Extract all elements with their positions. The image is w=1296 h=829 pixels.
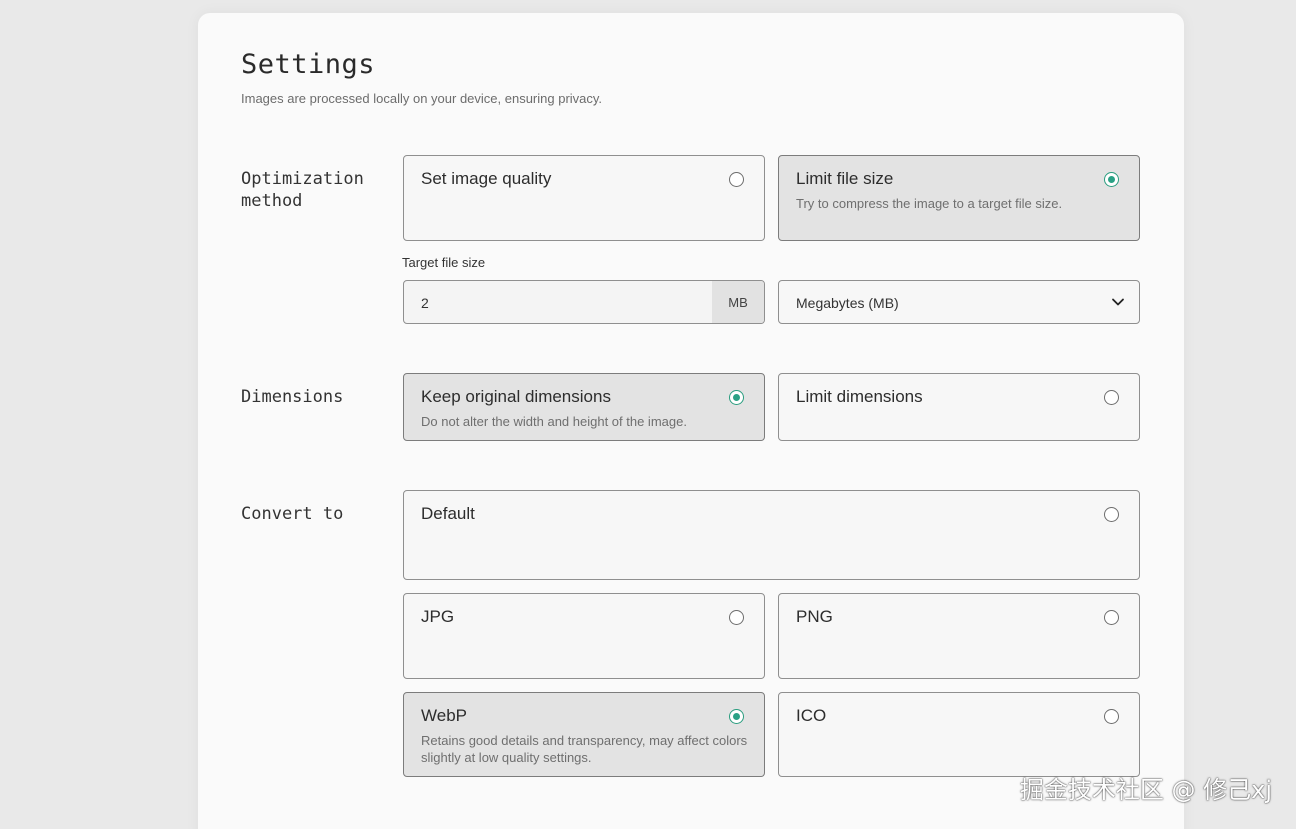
radio-button[interactable] xyxy=(729,709,744,724)
unit-select-value: Megabytes (MB) xyxy=(796,295,899,311)
option-limit-file-size[interactable]: Limit file size Try to compress the imag… xyxy=(778,155,1140,241)
option-format-default[interactable]: Default xyxy=(403,490,1140,580)
option-title: Limit file size xyxy=(796,169,894,188)
option-description: Retains good details and transparency, m… xyxy=(421,733,748,765)
option-format-jpg[interactable]: JPG xyxy=(403,593,765,679)
option-title: Set image quality xyxy=(421,169,552,188)
option-title: ICO xyxy=(796,706,827,725)
radio-button[interactable] xyxy=(1104,172,1119,187)
option-limit-dimensions[interactable]: Limit dimensions xyxy=(778,373,1140,441)
option-title: Limit dimensions xyxy=(796,387,923,406)
target-file-size-label: Target file size xyxy=(402,255,486,270)
convert-to-label: Convert to xyxy=(241,504,344,524)
unit-select[interactable]: Megabytes (MB) xyxy=(778,280,1140,324)
chevron-down-icon xyxy=(1112,298,1124,306)
radio-dot-icon xyxy=(732,393,740,401)
dimensions-label: Dimensions xyxy=(241,387,344,407)
target-file-size-value[interactable]: 2 xyxy=(421,295,429,311)
option-format-png[interactable]: PNG xyxy=(778,593,1140,679)
page-title: Settings xyxy=(241,49,376,80)
radio-dot-icon xyxy=(732,712,740,720)
option-title: Keep original dimensions xyxy=(421,387,611,406)
option-title: WebP xyxy=(421,706,467,725)
radio-button[interactable] xyxy=(1104,390,1119,405)
target-file-size-input[interactable]: 2 MB xyxy=(403,280,765,324)
settings-card: Settings Images are processed locally on… xyxy=(198,13,1184,829)
option-description: Try to compress the image to a target fi… xyxy=(796,196,1063,211)
option-title: JPG xyxy=(421,607,455,626)
option-title: Default xyxy=(421,504,475,523)
radio-button[interactable] xyxy=(729,390,744,405)
option-description: Do not alter the width and height of the… xyxy=(421,414,687,429)
page: Settings Images are processed locally on… xyxy=(0,0,1296,829)
option-keep-original-dimensions[interactable]: Keep original dimensions Do not alter th… xyxy=(403,373,765,441)
option-format-webp[interactable]: WebP Retains good details and transparen… xyxy=(403,692,765,777)
radio-button[interactable] xyxy=(729,610,744,625)
radio-button[interactable] xyxy=(729,172,744,187)
option-format-ico[interactable]: ICO xyxy=(778,692,1140,777)
radio-button[interactable] xyxy=(1104,709,1119,724)
option-set-image-quality[interactable]: Set image quality xyxy=(403,155,765,241)
option-title: PNG xyxy=(796,607,833,626)
radio-button[interactable] xyxy=(1104,507,1119,522)
radio-dot-icon xyxy=(1107,175,1115,183)
watermark: 掘金技术社区 @ 修己xj xyxy=(1019,776,1272,804)
unit-addon: MB xyxy=(712,281,764,323)
radio-button[interactable] xyxy=(1104,610,1119,625)
page-subtitle: Images are processed locally on your dev… xyxy=(241,91,603,106)
optimization-method-label: Optimization method xyxy=(241,169,364,211)
